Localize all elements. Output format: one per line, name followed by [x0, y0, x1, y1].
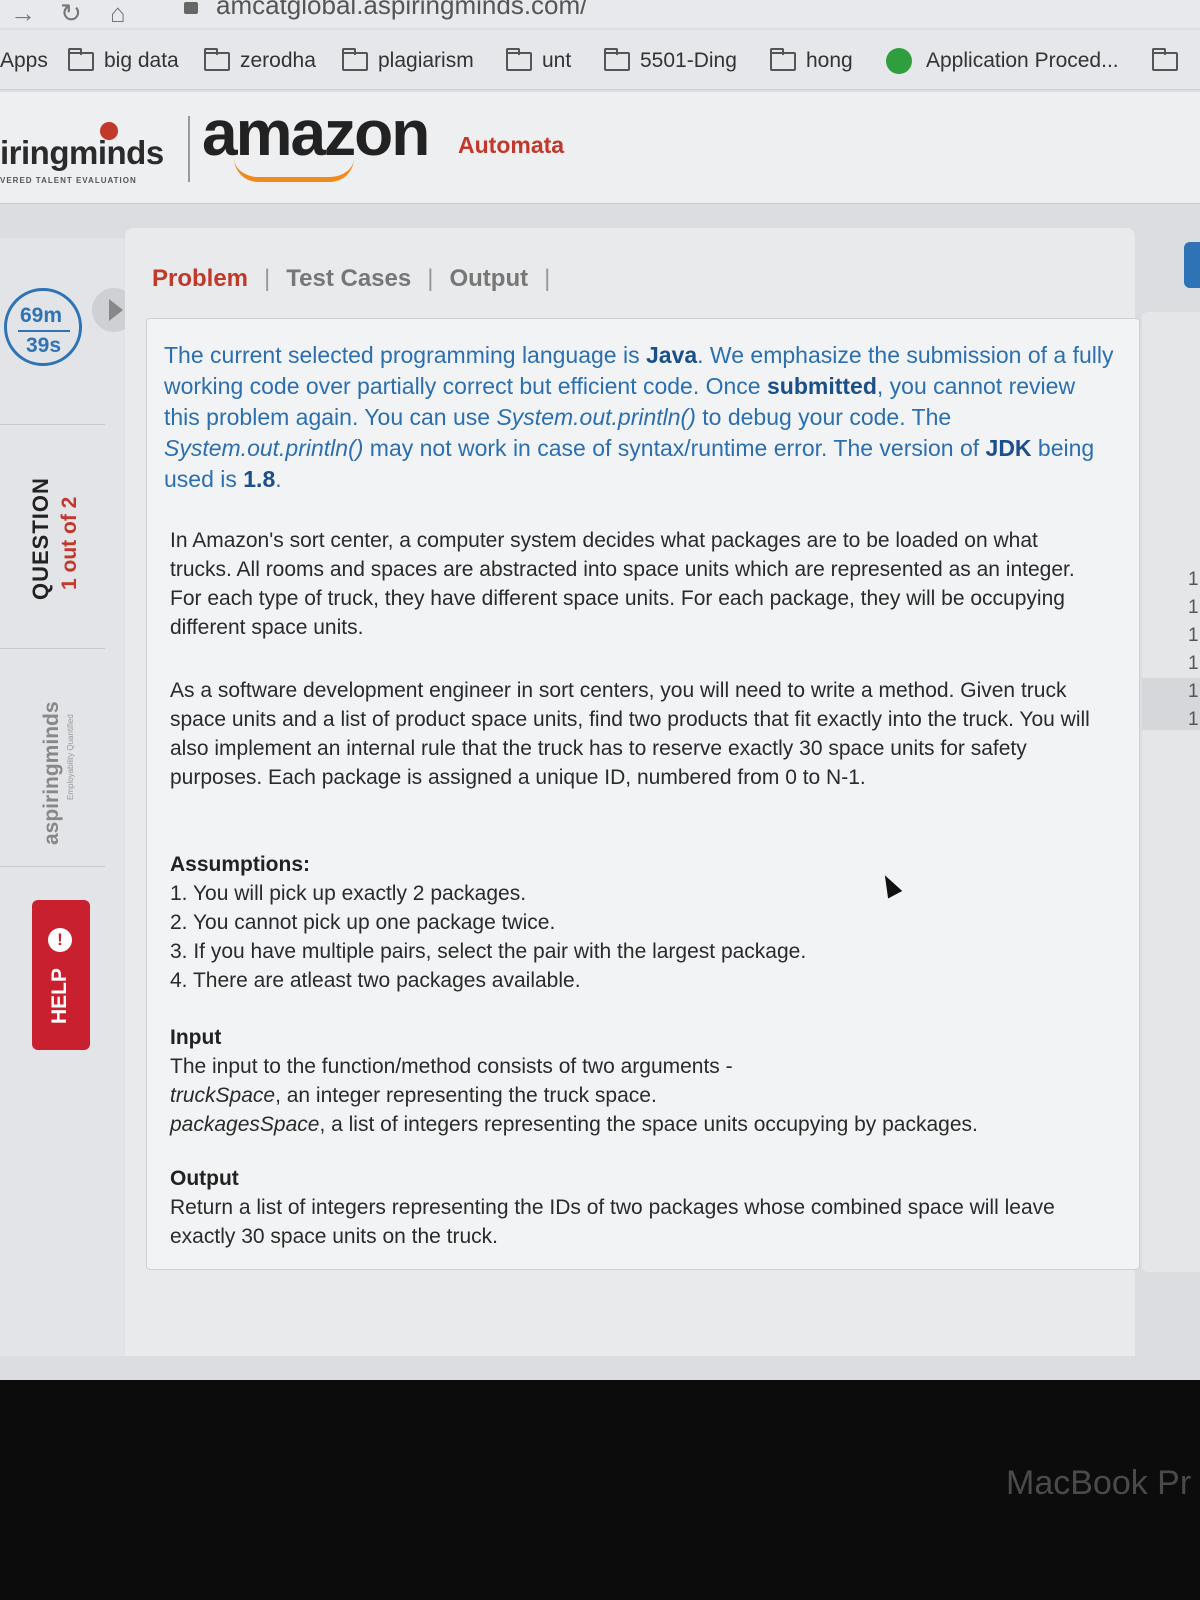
left-sidebar: 69m 39s [0, 238, 136, 1356]
timer-divider [18, 330, 70, 332]
bookmark-application-proced[interactable]: Application Proced... [886, 46, 1119, 76]
help-label: HELP [48, 967, 71, 1024]
tab-bar: Problem | Test Cases | Output | [152, 264, 566, 294]
question-label: QUESTION [28, 477, 53, 600]
aspiringminds-vertical-logo: aspiringminds [40, 701, 63, 845]
input-title: Input [170, 1026, 222, 1049]
bookmark-5501-ding[interactable]: 5501-Ding [604, 46, 737, 76]
reload-icon[interactable]: ↻ [60, 0, 82, 26]
aspiringminds-logo: iringminds [0, 134, 164, 171]
forward-icon[interactable]: → [10, 0, 36, 26]
section-title: Automata [458, 132, 565, 158]
folder-icon [604, 47, 630, 71]
input-arg-packagesspace: packagesSpace, a list of integers repres… [170, 1113, 978, 1136]
language-notice: The current selected programming languag… [164, 342, 1114, 492]
bookmarks-bar: Apps big data zerodha plagiarism unt 550… [0, 30, 1200, 90]
amazon-smile-icon [234, 158, 354, 182]
code-editor-panel[interactable] [1142, 312, 1200, 1272]
tab-test-cases[interactable]: Test Cases [286, 265, 411, 293]
play-arrow-icon [109, 299, 123, 321]
folder-icon [68, 47, 94, 71]
bookmark-big-data[interactable]: big data [68, 46, 179, 76]
right-panel-button[interactable] [1184, 242, 1200, 288]
aspiringminds-vertical-tagline: Employability Quantified [66, 714, 75, 800]
assumption-item: 3. If you have multiple pairs, select th… [170, 940, 807, 963]
url-bar[interactable]: → ↻ ⌂ amcatglobal.aspiringminds.com/ [0, 0, 1200, 28]
bookmark-overflow[interactable] [1152, 46, 1188, 76]
bookmark-hong[interactable]: hong [770, 46, 853, 76]
tab-separator: | [427, 265, 434, 292]
output-section: Output Return a list of integers represe… [170, 1164, 1100, 1251]
help-alert-icon: ! [48, 928, 72, 952]
language-name: Java [645, 342, 698, 368]
folder-icon [342, 47, 368, 71]
rail-divider [0, 866, 105, 867]
jdk-label: JDK [985, 435, 1032, 461]
device-label: MacBook Pr [1006, 1464, 1192, 1502]
input-description: The input to the function/method consist… [170, 1055, 733, 1078]
folder-icon [770, 47, 796, 71]
bookmark-apps[interactable]: Apps [0, 46, 48, 76]
tab-separator: | [264, 265, 271, 292]
aspiringminds-tagline: VERED TALENT EVALUATION [0, 176, 137, 185]
bookmark-unt[interactable]: unt [506, 46, 571, 76]
assumption-item: 4. There are atleast two packages availa… [170, 969, 581, 992]
rail-divider [0, 424, 105, 425]
assumptions-title: Assumptions: [170, 853, 311, 876]
output-description: Return a list of integers representing t… [170, 1196, 1055, 1248]
tab-output[interactable]: Output [449, 265, 528, 293]
input-arg-truckspace: truckSpace, an integer representing the … [170, 1084, 657, 1107]
tab-separator: | [544, 265, 551, 292]
tab-problem[interactable]: Problem [152, 265, 248, 293]
question-counter: 1 out of 2 [58, 496, 81, 590]
editor-line-numbers: 1 1 1 1 1 1 [1188, 569, 1199, 730]
output-title: Output [170, 1167, 239, 1190]
assumptions-section: Assumptions: 1. You will pick up exactly… [170, 850, 1100, 995]
header-divider [188, 116, 190, 182]
folder-icon [1152, 47, 1178, 71]
folder-icon [204, 47, 230, 71]
problem-paragraph-1: In Amazon's sort center, a computer syst… [170, 529, 1075, 639]
timer-minutes: 69m [20, 304, 63, 327]
browser-window: → ↻ ⌂ amcatglobal.aspiringminds.com/ App… [0, 0, 1200, 1380]
bookmark-zerodha[interactable]: zerodha [204, 46, 316, 76]
jdk-version: 1.8 [243, 466, 276, 492]
folder-icon [506, 47, 532, 71]
timer-seconds: 39s [26, 334, 62, 357]
site-header: iringminds VERED TALENT EVALUATION amazo… [0, 92, 1200, 204]
assumption-item: 2. You cannot pick up one package twice. [170, 911, 556, 934]
rail-divider [0, 648, 105, 649]
url-text[interactable]: amcatglobal.aspiringminds.com/ [216, 0, 587, 21]
assumption-item: 1. You will pick up exactly 2 packages. [170, 882, 527, 905]
bookmark-plagiarism[interactable]: plagiarism [342, 46, 474, 76]
home-icon[interactable]: ⌂ [110, 0, 126, 26]
lock-icon [184, 2, 198, 14]
globe-icon [886, 48, 912, 74]
input-section: Input The input to the function/method c… [170, 1023, 1100, 1139]
problem-paragraph-2: As a software development engineer in so… [170, 679, 1090, 789]
